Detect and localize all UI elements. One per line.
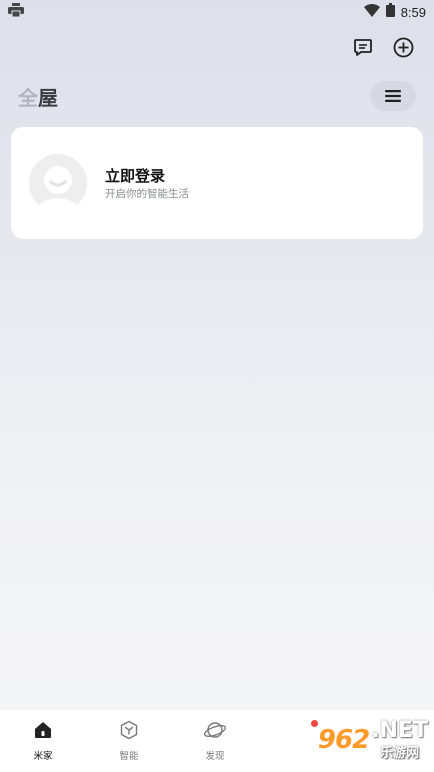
nav-label-discover: 发现: [205, 751, 225, 762]
printer-icon: [8, 3, 24, 21]
menu-icon: [385, 87, 401, 106]
nav-item-discover[interactable]: 发现: [172, 710, 258, 772]
nav-item-profile[interactable]: [258, 710, 344, 772]
nav-label-smart: 智能: [119, 751, 139, 762]
login-subtitle: 开启你的智能生活: [105, 187, 189, 200]
bottom-nav: 米家 智能 发现: [0, 710, 434, 772]
title-row: 全屋: [18, 80, 416, 112]
nav-label-home: 米家: [33, 751, 53, 762]
cube-icon: [119, 720, 139, 744]
avatar: [29, 154, 87, 212]
header-actions: [352, 36, 414, 58]
wifi-icon: [363, 3, 380, 21]
page-title[interactable]: 全屋: [18, 82, 58, 111]
nav-item-smart[interactable]: 智能: [86, 710, 172, 772]
home-icon: [33, 720, 53, 744]
status-time: 8:59: [400, 4, 426, 20]
add-circle-icon[interactable]: [392, 36, 414, 58]
page-title-solid: 屋: [38, 85, 58, 110]
status-bar: 8:59: [0, 0, 434, 24]
battery-icon: [385, 3, 395, 21]
nav-item-home[interactable]: 米家: [0, 710, 86, 772]
menu-button[interactable]: [370, 81, 416, 111]
login-title: 立即登录: [105, 166, 166, 185]
message-icon[interactable]: [352, 36, 374, 58]
planet-icon: [203, 720, 227, 744]
login-card[interactable]: 立即登录 开启你的智能生活: [11, 127, 423, 239]
notification-badge: [311, 720, 318, 727]
avatar-placeholder-icon: [29, 154, 87, 212]
page-title-faded: 全: [18, 85, 38, 110]
